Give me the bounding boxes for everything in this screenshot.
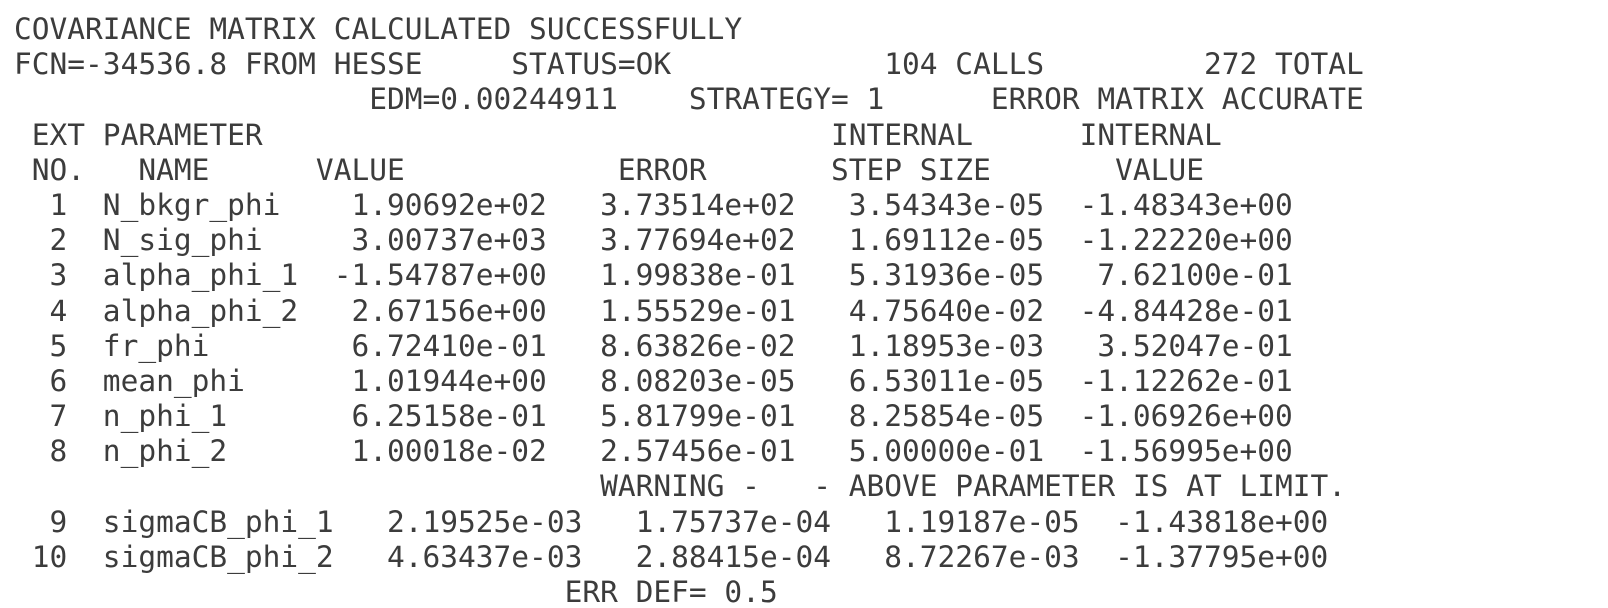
edm-strategy-line: EDM=0.00244911 STRATEGY= 1 ERROR MATRIX …	[14, 82, 1364, 117]
limit-warning-line: WARNING - - ABOVE PARAMETER IS AT LIMIT.	[14, 469, 1347, 504]
covariance-status-line: COVARIANCE MATRIX CALCULATED SUCCESSFULL…	[14, 12, 743, 46]
table-header-line-2: NO. NAME VALUE ERROR STEP SIZE VALUE	[14, 152, 1204, 187]
parameter-row: 3 alpha_phi_1 -1.54787e+00 1.99838e-01 5…	[14, 258, 1293, 293]
parameter-row: 9 sigmaCB_phi_1 2.19525e-03 1.75737e-04 …	[14, 504, 1329, 539]
parameter-row: 6 mean_phi 1.01944e+00 8.08203e-05 6.530…	[14, 363, 1293, 398]
table-header-line-1: EXT PARAMETER INTERNAL INTERNAL	[14, 117, 1222, 152]
parameter-row: 7 n_phi_1 6.25158e-01 5.81799e-01 8.2585…	[14, 399, 1293, 434]
parameter-row: 5 fr_phi 6.72410e-01 8.63826e-02 1.18953…	[14, 328, 1293, 363]
parameter-row: 2 N_sig_phi 3.00737e+03 3.77694e+02 1.69…	[14, 223, 1293, 258]
parameter-row: 8 n_phi_2 1.00018e-02 2.57456e-01 5.0000…	[14, 434, 1293, 469]
error-def-line: ERR DEF= 0.5	[14, 575, 778, 608]
parameter-row: 4 alpha_phi_2 2.67156e+00 1.55529e-01 4.…	[14, 293, 1293, 328]
parameter-row: 10 sigmaCB_phi_2 4.63437e-03 2.88415e-04…	[14, 539, 1329, 574]
terminal-output: COVARIANCE MATRIX CALCULATED SUCCESSFULL…	[14, 12, 1594, 608]
parameter-row: 1 N_bkgr_phi 1.90692e+02 3.73514e+02 3.5…	[14, 187, 1293, 222]
fcn-status-line: FCN=-34536.8 FROM HESSE STATUS=OK 104 CA…	[14, 47, 1364, 82]
